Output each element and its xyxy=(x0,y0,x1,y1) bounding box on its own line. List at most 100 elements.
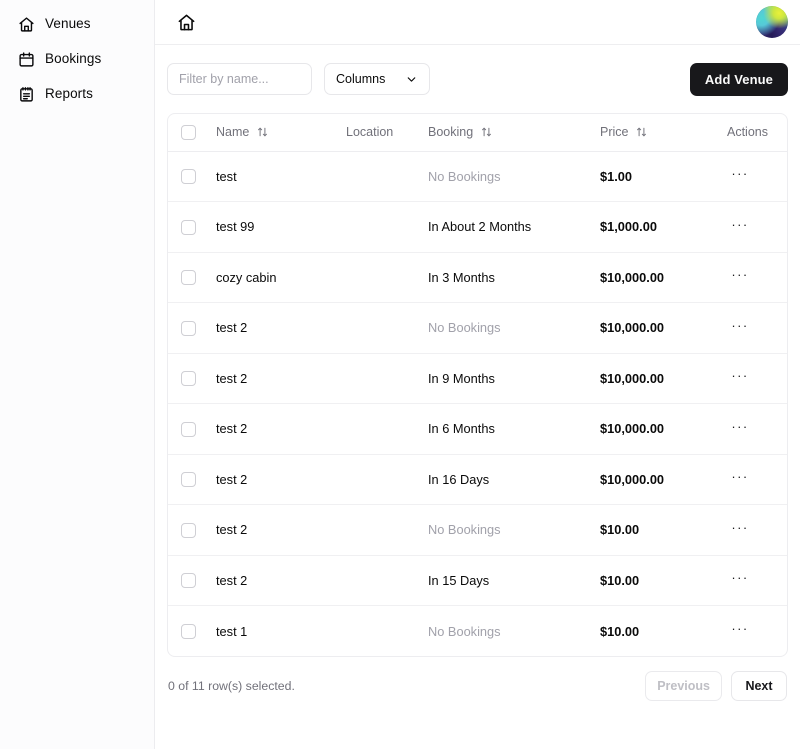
cell-actions: ··· xyxy=(718,404,787,455)
select-all-checkbox[interactable] xyxy=(181,124,196,140)
columns-label: Columns xyxy=(336,72,386,86)
row-actions-menu-button[interactable]: ··· xyxy=(727,466,753,492)
sort-by-booking[interactable]: Booking xyxy=(428,125,492,139)
header-location-label: Location xyxy=(346,125,394,140)
row-checkbox[interactable] xyxy=(181,421,196,437)
user-avatar[interactable] xyxy=(756,6,788,38)
header-price: Price xyxy=(600,114,718,152)
row-actions-menu-button[interactable]: ··· xyxy=(727,315,753,341)
table-row[interactable]: test 2 In 6 Months $10,000.00 ··· xyxy=(168,404,787,455)
cell-location xyxy=(346,151,428,202)
columns-dropdown-button[interactable]: Columns xyxy=(324,63,431,95)
venues-table: Name Location Booking Price Actions test… xyxy=(168,114,787,657)
sort-icon xyxy=(636,126,647,138)
row-select-cell xyxy=(168,202,216,253)
cell-name: test 2 xyxy=(216,522,248,538)
cell-booking: In 15 Days xyxy=(428,572,490,588)
row-checkbox[interactable] xyxy=(181,472,196,488)
row-select-cell xyxy=(168,505,216,556)
header-location: Location xyxy=(346,114,428,152)
table-footer: 0 of 11 row(s) selected. Previous Next xyxy=(167,657,788,701)
row-actions-menu-button[interactable]: ··· xyxy=(727,517,753,543)
header-name-label: Name xyxy=(216,125,250,140)
row-checkbox[interactable] xyxy=(181,573,196,589)
cell-price: $10.00 xyxy=(600,522,640,538)
add-venue-button[interactable]: Add Venue xyxy=(689,62,788,96)
table-head: Name Location Booking Price Actions xyxy=(168,114,787,152)
cell-price: $1,000.00 xyxy=(600,219,657,235)
row-checkbox[interactable] xyxy=(181,320,196,336)
cell-price: $10.00 xyxy=(600,623,640,639)
sort-icon xyxy=(257,126,268,138)
row-select-cell xyxy=(168,353,216,404)
row-checkbox[interactable] xyxy=(181,522,196,538)
header-booking: Booking xyxy=(428,114,600,152)
header-price-label: Price xyxy=(600,125,629,140)
sidebar: Venues Bookings Reports xyxy=(0,0,155,749)
row-actions-menu-button[interactable]: ··· xyxy=(727,214,753,240)
cell-location xyxy=(346,404,428,455)
cell-price: $10,000.00 xyxy=(600,269,665,285)
sidebar-nav: Venues Bookings Reports xyxy=(0,7,154,111)
row-checkbox[interactable] xyxy=(181,219,196,235)
table-row[interactable]: test 2 In 9 Months $10,000.00 ··· xyxy=(168,353,787,404)
table-row[interactable]: test 99 In About 2 Months $1,000.00 ··· xyxy=(168,202,787,253)
sidebar-item-label: Venues xyxy=(45,16,91,32)
cell-actions: ··· xyxy=(718,303,787,354)
row-checkbox[interactable] xyxy=(181,169,196,185)
filter-name-input[interactable] xyxy=(167,63,312,95)
sort-by-name[interactable]: Name xyxy=(216,125,268,139)
cell-price: $1.00 xyxy=(600,168,633,184)
cell-booking: In 3 Months xyxy=(428,269,495,285)
sidebar-item-venues[interactable]: Venues xyxy=(6,7,148,41)
home-icon[interactable] xyxy=(173,9,199,35)
header-actions-label: Actions xyxy=(727,125,768,140)
cell-booking: In 9 Months xyxy=(428,370,495,386)
table-row[interactable]: cozy cabin In 3 Months $10,000.00 ··· xyxy=(168,252,787,303)
table-row[interactable]: test 2 No Bookings $10.00 ··· xyxy=(168,505,787,556)
table-row[interactable]: test 2 No Bookings $10,000.00 ··· xyxy=(168,303,787,354)
header-select-all xyxy=(168,114,216,152)
sort-icon xyxy=(481,126,492,138)
next-page-button[interactable]: Next xyxy=(731,671,787,701)
row-actions-menu-button[interactable]: ··· xyxy=(727,264,753,290)
row-actions-menu-button[interactable]: ··· xyxy=(727,567,753,593)
cell-booking: No Bookings xyxy=(428,623,501,639)
cell-location xyxy=(346,303,428,354)
rows-selected-status: 0 of 11 row(s) selected. xyxy=(168,679,295,693)
row-actions-menu-button[interactable]: ··· xyxy=(727,416,753,442)
topbar xyxy=(155,0,800,45)
cell-name: test 2 xyxy=(216,421,248,437)
row-actions-menu-button[interactable]: ··· xyxy=(727,365,753,391)
row-actions-menu-button[interactable]: ··· xyxy=(727,618,753,644)
pagination-controls: Previous Next xyxy=(645,671,787,701)
table-row[interactable]: test 2 In 15 Days $10.00 ··· xyxy=(168,555,787,606)
row-checkbox[interactable] xyxy=(181,624,196,640)
cell-booking: In 16 Days xyxy=(428,471,490,487)
content-panel: Columns Add Venue xyxy=(155,45,800,749)
header-booking-label: Booking xyxy=(428,125,474,140)
row-checkbox[interactable] xyxy=(181,270,196,286)
row-select-cell xyxy=(168,303,216,354)
sort-by-price[interactable]: Price xyxy=(600,125,647,139)
cell-booking: In 6 Months xyxy=(428,421,495,437)
sidebar-item-reports[interactable]: Reports xyxy=(6,77,148,111)
venues-table-container: Name Location Booking Price Actions test… xyxy=(167,113,788,657)
cell-location xyxy=(346,606,428,657)
calendar-icon xyxy=(18,51,35,68)
row-select-cell xyxy=(168,151,216,202)
previous-page-button[interactable]: Previous xyxy=(645,671,722,701)
cell-booking: In About 2 Months xyxy=(428,219,532,235)
row-actions-menu-button[interactable]: ··· xyxy=(727,163,753,189)
table-row[interactable]: test No Bookings $1.00 ··· xyxy=(168,151,787,202)
table-toolbar: Columns Add Venue xyxy=(167,62,788,96)
main-area: Columns Add Venue xyxy=(155,0,800,749)
row-checkbox[interactable] xyxy=(181,371,196,387)
sidebar-item-bookings[interactable]: Bookings xyxy=(6,42,148,76)
cell-location xyxy=(346,505,428,556)
table-row[interactable]: test 1 No Bookings $10.00 ··· xyxy=(168,606,787,657)
table-row[interactable]: test 2 In 16 Days $10,000.00 ··· xyxy=(168,454,787,505)
cell-name: test 2 xyxy=(216,471,248,487)
table-body: test No Bookings $1.00 ··· test 99 In About 2… xyxy=(168,151,787,657)
row-select-cell xyxy=(168,606,216,657)
